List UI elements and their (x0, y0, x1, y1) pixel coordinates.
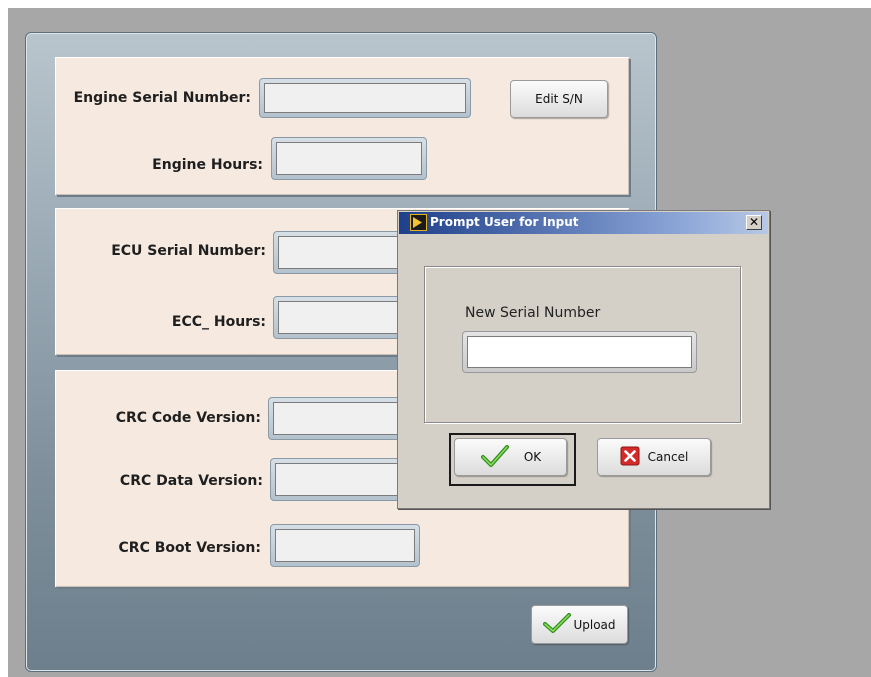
engine-serial-label: Engine Serial Number: (73, 90, 251, 106)
dialog-titlebar[interactable]: Prompt User for Input ✕ (399, 212, 768, 234)
upload-button[interactable]: Upload (531, 605, 628, 644)
dialog-title: Prompt User for Input (430, 215, 579, 229)
crc-code-field[interactable] (268, 397, 413, 440)
upload-label: Upload (573, 617, 616, 632)
close-icon[interactable]: ✕ (746, 215, 762, 230)
ok-label: OK (523, 450, 542, 464)
ecu-serial-value[interactable] (278, 236, 408, 269)
x-mark-icon (620, 446, 640, 469)
ecu-serial-label: ECU Serial Number: (111, 243, 266, 259)
new-serial-input[interactable] (467, 336, 692, 368)
ok-button[interactable]: OK (454, 438, 567, 476)
cancel-button[interactable]: Cancel (597, 438, 711, 476)
edit-sn-button[interactable]: Edit S/N (510, 80, 608, 118)
crc-code-label: CRC Code Version: (115, 410, 261, 426)
engine-serial-field[interactable] (259, 78, 471, 118)
ecc-hours-label: ECC_ Hours: (171, 314, 266, 330)
ecc-hours-value[interactable] (278, 301, 408, 334)
edit-sn-label: Edit S/N (535, 92, 583, 106)
checkmark-icon (480, 444, 510, 471)
app-icon (410, 214, 427, 231)
new-serial-label: New Serial Number (465, 305, 601, 321)
checkmark-icon (543, 612, 572, 637)
engine-serial-value[interactable] (264, 83, 466, 113)
crc-data-field[interactable] (270, 458, 413, 501)
engine-hours-value[interactable] (276, 142, 422, 175)
cancel-label: Cancel (647, 450, 689, 464)
engine-hours-field[interactable] (271, 137, 427, 180)
crc-boot-field[interactable] (270, 524, 420, 567)
crc-code-value[interactable] (273, 402, 408, 435)
crc-data-value[interactable] (275, 463, 408, 496)
ecu-serial-field[interactable] (273, 231, 413, 274)
ecc-hours-field[interactable] (273, 296, 413, 339)
crc-data-label: CRC Data Version: (119, 473, 263, 489)
crc-boot-value[interactable] (275, 529, 415, 562)
engine-hours-label: Engine Hours: (152, 157, 263, 173)
new-serial-field[interactable] (462, 331, 697, 373)
crc-boot-label: CRC Boot Version: (118, 540, 261, 556)
